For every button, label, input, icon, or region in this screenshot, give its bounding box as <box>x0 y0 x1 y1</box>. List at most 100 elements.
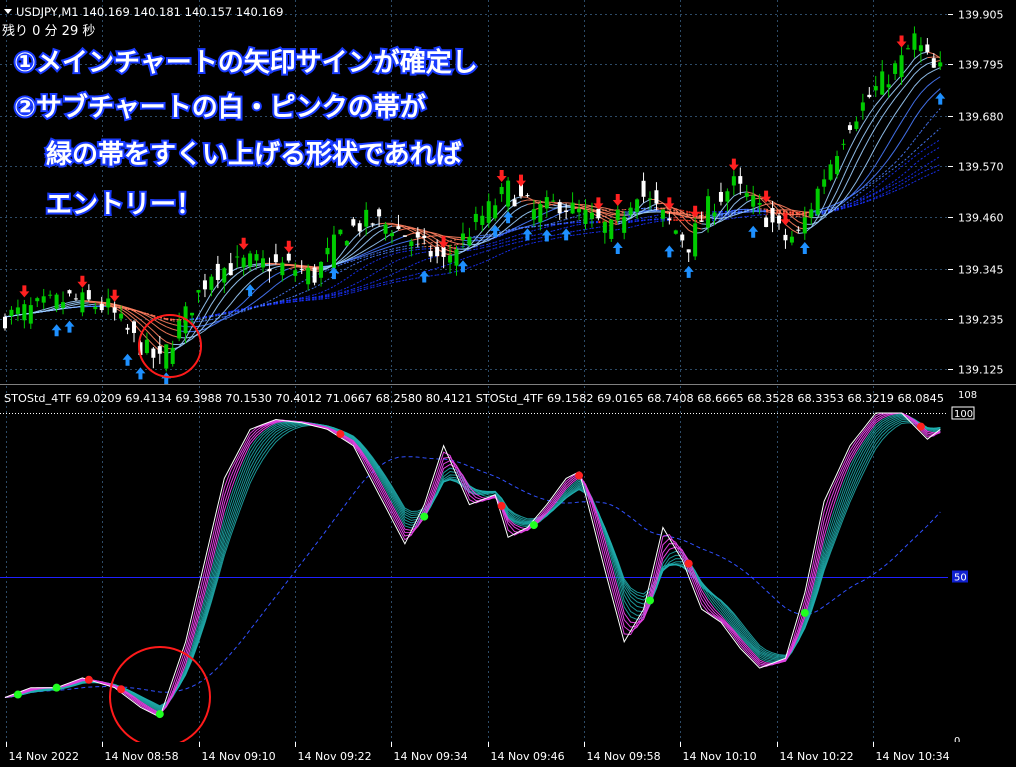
candle-body <box>589 212 594 219</box>
green-signal-dot <box>646 596 654 605</box>
candle-body <box>164 344 169 369</box>
candle-body <box>893 63 898 74</box>
candle-body <box>583 209 588 224</box>
price-tick-label: 139.795 <box>958 59 1004 72</box>
price-tick-label: 139.345 <box>958 264 1004 277</box>
candle-body <box>428 251 433 257</box>
candle-body <box>551 200 556 202</box>
candle-body <box>577 208 582 213</box>
candle-body <box>190 312 195 316</box>
candle-body <box>261 258 265 268</box>
candle-body <box>557 202 562 214</box>
candle <box>402 235 407 237</box>
candle-body <box>544 197 549 209</box>
price-tick-label: 139.125 <box>958 364 1004 377</box>
candle-body <box>280 262 285 276</box>
candle-body <box>286 253 291 261</box>
candle-body <box>9 309 14 316</box>
candle-body <box>725 191 730 202</box>
candle-body <box>660 209 665 219</box>
candle-body <box>254 254 259 261</box>
red-signal-dot <box>336 430 345 439</box>
candle-body <box>402 235 407 237</box>
sub-tick-label: 100 <box>954 409 973 420</box>
symbol-header: USDJPY,M1 140.169 140.181 140.157 140.16… <box>16 5 283 19</box>
candle-body <box>828 164 833 180</box>
candle-body <box>602 221 607 233</box>
candle-body <box>293 270 298 276</box>
candle-body <box>796 229 801 231</box>
candle-body <box>783 234 788 241</box>
ma-band-segment <box>927 56 934 59</box>
red-signal-dot <box>916 422 925 431</box>
candle-body <box>641 180 646 197</box>
candle-body <box>170 347 175 364</box>
candle-body <box>41 296 46 303</box>
ma-band-segment <box>88 303 96 306</box>
candle-body <box>596 208 601 219</box>
candle-body <box>222 268 227 283</box>
sub-axis-labels: 108100500 <box>951 390 977 747</box>
price-tick-label: 139.460 <box>958 212 1004 225</box>
green-signal-dot <box>13 690 22 699</box>
candle-body <box>93 306 98 310</box>
candle-body <box>906 48 910 50</box>
candle-body <box>686 249 691 253</box>
candle-body <box>822 179 827 187</box>
time-tick-label: 14 Nov 09:10 <box>202 750 276 763</box>
candle-body <box>319 261 324 278</box>
candle-body <box>757 202 762 205</box>
bar-timer: 残り 0 分 29 秒 <box>2 24 95 39</box>
candle-body <box>938 62 943 67</box>
candle-body <box>157 346 162 354</box>
candle-body <box>751 195 756 207</box>
time-tick-label: 14 Nov 09:34 <box>394 750 468 763</box>
candle-body <box>132 321 136 333</box>
candle-body <box>815 188 820 215</box>
candle-body <box>918 45 923 52</box>
candle-body <box>422 235 427 238</box>
ma-band-segment <box>475 239 483 242</box>
candle-body <box>847 125 852 130</box>
candle-body <box>312 267 317 283</box>
candle-body <box>73 298 78 300</box>
candle-body <box>144 339 149 354</box>
candle-body <box>331 234 336 269</box>
candle-body <box>273 254 278 263</box>
candle-body <box>564 210 569 212</box>
candle-body <box>525 195 530 197</box>
stochastic-subchart[interactable] <box>0 386 948 748</box>
candle <box>815 186 820 216</box>
chart-window: 139.905 139.795 139.680 139.570 139.460 139.3… <box>0 0 1016 767</box>
candle-body <box>119 313 124 319</box>
price-tick-label: 139.680 <box>958 111 1004 124</box>
candle-body <box>390 233 394 237</box>
candle-body <box>880 71 885 95</box>
candle-body <box>80 292 85 313</box>
time-tick-label: 14 Nov 09:58 <box>587 750 661 763</box>
candle-body <box>125 327 130 330</box>
candle-body <box>364 209 369 227</box>
candle-body <box>409 241 414 246</box>
candle-body <box>635 199 640 212</box>
candle-body <box>706 196 711 228</box>
candle-body <box>802 217 807 234</box>
candle-body <box>648 198 652 200</box>
candle-body <box>486 201 491 223</box>
candle-body <box>777 215 781 224</box>
time-tick-label: 14 Nov 10:10 <box>683 750 757 763</box>
candle-body <box>86 290 91 300</box>
candle-body <box>841 143 846 145</box>
candle-body <box>151 348 156 358</box>
candle-body <box>338 229 343 235</box>
candle-body <box>809 209 814 218</box>
candle-body <box>538 204 543 223</box>
candle-body <box>306 267 311 285</box>
candle-body <box>493 205 498 219</box>
candle-body <box>835 156 840 175</box>
candle-body <box>22 304 27 321</box>
ma-band-segment <box>520 196 528 198</box>
red-signal-dot <box>84 675 93 684</box>
candle-body <box>241 257 246 268</box>
candle-body <box>377 209 382 217</box>
